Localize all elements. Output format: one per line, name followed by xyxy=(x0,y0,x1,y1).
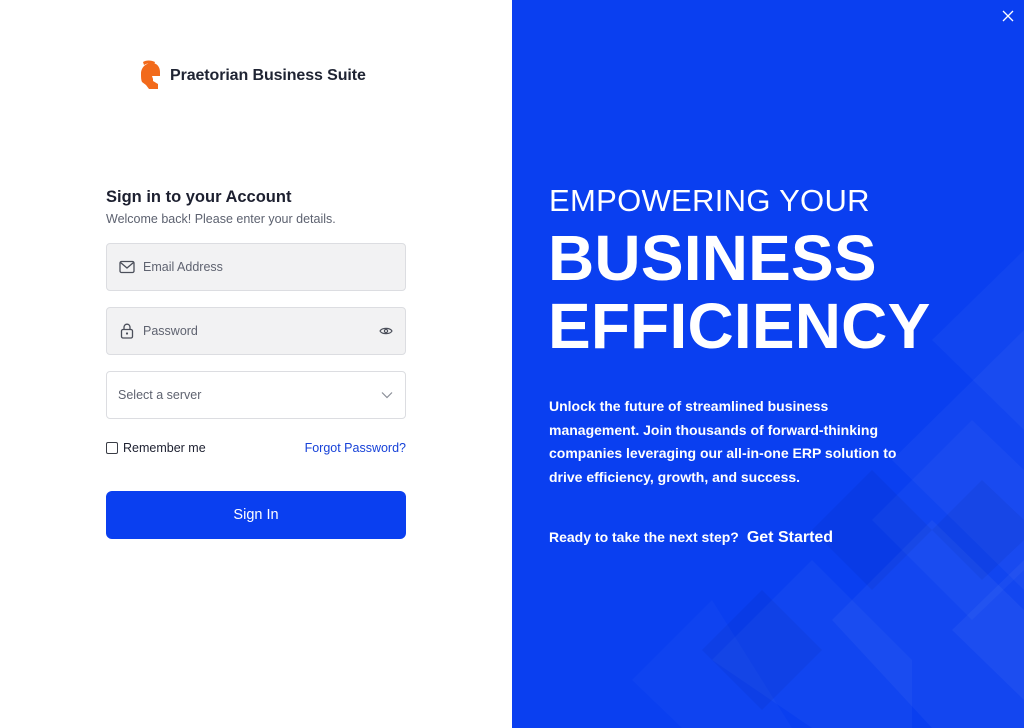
spartan-helmet-icon xyxy=(137,60,161,92)
form-subtitle: Welcome back! Please enter your details. xyxy=(106,212,336,226)
login-panel: Praetorian Business Suite Sign in to you… xyxy=(0,0,512,728)
server-select-value: Select a server xyxy=(118,388,202,402)
server-select[interactable]: Select a server xyxy=(106,371,406,419)
promo-pitch: Unlock the future of streamlined busines… xyxy=(549,398,897,485)
sign-in-form: Sign in to your Account Welcome back! Pl… xyxy=(106,188,406,539)
promo-headline: BUSINESS EFFICIENCY xyxy=(548,224,930,360)
options-row: Remember me Forgot Password? xyxy=(106,441,406,455)
remember-checkbox[interactable] xyxy=(106,442,118,454)
email-field xyxy=(106,243,406,291)
remember-me[interactable]: Remember me xyxy=(106,441,206,455)
brand-name: Praetorian Business Suite xyxy=(170,67,366,84)
mail-icon xyxy=(118,258,136,276)
cta-row: Ready to take the next step? Get Started xyxy=(549,529,833,547)
forgot-password-link[interactable]: Forgot Password? xyxy=(305,441,406,455)
brand: Praetorian Business Suite xyxy=(137,60,366,92)
lock-icon xyxy=(118,322,136,340)
close-icon[interactable] xyxy=(1000,8,1016,24)
promo-headline-line1: BUSINESS xyxy=(548,222,877,294)
promo-headline-line2: EFFICIENCY xyxy=(548,290,931,362)
promo-panel: EMPOWERING YOUR BUSINESS EFFICIENCY Unlo… xyxy=(512,0,1024,728)
chevron-down-icon xyxy=(380,388,394,402)
sign-in-button[interactable]: Sign In xyxy=(106,491,406,539)
form-title: Sign in to your Account xyxy=(106,188,292,206)
cta-prompt: Ready to take the next step? xyxy=(549,529,739,545)
password-input[interactable] xyxy=(143,308,378,354)
remember-label: Remember me xyxy=(123,441,206,455)
password-field xyxy=(106,307,406,355)
eye-icon[interactable] xyxy=(378,323,394,339)
promo-eyebrow: EMPOWERING YOUR xyxy=(549,183,870,218)
get-started-link[interactable]: Get Started xyxy=(747,529,833,547)
background-pattern xyxy=(702,470,1024,728)
email-input[interactable] xyxy=(143,244,405,290)
